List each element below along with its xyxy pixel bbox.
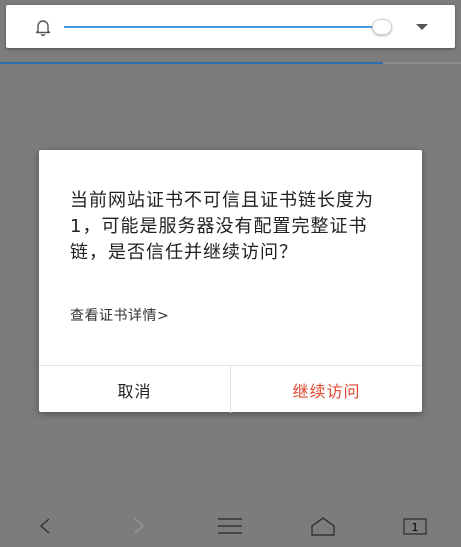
back-button[interactable] <box>26 511 66 541</box>
page-progress-fill <box>0 62 383 64</box>
volume-slider-track[interactable] <box>64 26 388 28</box>
tab-count: 1 <box>411 521 418 534</box>
menu-button[interactable] <box>210 511 250 541</box>
continue-visit-button[interactable]: 继续访问 <box>231 366 422 413</box>
top-panel <box>6 5 455 48</box>
dialog-actions: 取消 继续访问 <box>39 365 422 413</box>
cancel-button[interactable]: 取消 <box>39 366 231 413</box>
menu-icon <box>218 517 243 534</box>
forward-icon <box>134 517 145 534</box>
volume-slider-thumb[interactable] <box>372 19 392 35</box>
forward-button[interactable] <box>118 511 158 541</box>
bottom-navigation-bar: 1 <box>0 504 461 547</box>
view-certificate-details-link[interactable]: 查看证书详情> <box>70 305 169 325</box>
dialog-message: 当前网站证书不可信且证书链长度为1，可能是服务器没有配置完整证书链，是否信任并继… <box>70 190 374 263</box>
home-icon <box>310 516 335 536</box>
tabs-icon: 1 <box>403 517 427 535</box>
page-progress-bar <box>0 62 461 64</box>
tabs-button[interactable]: 1 <box>395 511 435 541</box>
back-icon <box>40 517 50 534</box>
home-button[interactable] <box>303 511 343 541</box>
certificate-warning-dialog: 当前网站证书不可信且证书链长度为1，可能是服务器没有配置完整证书链，是否信任并继… <box>39 150 422 413</box>
dropdown-arrow-icon[interactable] <box>415 22 429 32</box>
bell-icon[interactable] <box>33 17 53 37</box>
